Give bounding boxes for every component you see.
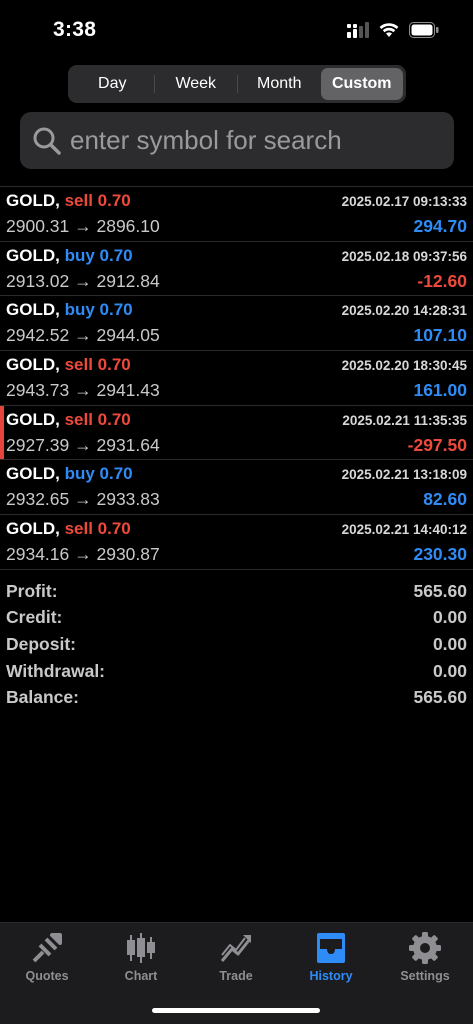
trade-datetime: 2025.02.20 14:28:31 xyxy=(341,303,467,319)
account-summary: Profit: 565.60 Credit: 0.00 Deposit: 0.0… xyxy=(0,578,473,711)
trade-row[interactable]: GOLD, sell 0.70 2025.02.17 09:13:33 2900.3… xyxy=(0,187,473,242)
trade-title: GOLD, buy 0.70 xyxy=(6,246,133,266)
trade-symbol: GOLD, xyxy=(6,300,60,320)
status-bar: 3:38 xyxy=(0,0,473,62)
tab-label: Trade xyxy=(219,969,253,983)
trade-profit: -297.50 xyxy=(407,434,467,455)
trade-prices: 2942.52 → 2944.05 xyxy=(6,325,160,346)
trade-profit: 230.30 xyxy=(413,544,467,565)
summary-label: Profit: xyxy=(6,580,58,601)
trade-prices: 2932.65 → 2933.83 xyxy=(6,489,160,510)
trade-icon xyxy=(220,935,252,962)
tab-label: History xyxy=(309,969,353,983)
trade-symbol: GOLD, xyxy=(6,519,60,539)
trade-side: buy 0.70 xyxy=(64,464,133,484)
segment-week[interactable]: Week xyxy=(155,68,238,100)
tab-trade[interactable]: Trade xyxy=(189,931,283,983)
trade-datetime: 2025.02.20 18:30:45 xyxy=(341,358,467,374)
trade-profit: -12.60 xyxy=(417,270,467,291)
summary-value: 565.60 xyxy=(413,687,467,708)
segment-day[interactable]: Day xyxy=(71,68,154,100)
trade-title: GOLD, sell 0.70 xyxy=(6,410,131,430)
summary-withdrawal-row: Withdrawal: 0.00 xyxy=(0,658,473,685)
tab-label: Chart xyxy=(124,969,158,983)
trade-prices: 2934.16 → 2930.87 xyxy=(6,544,160,565)
trade-row[interactable]: GOLD, sell 0.70 2025.02.21 14:40:12 2934.1… xyxy=(0,515,473,570)
trade-datetime: 2025.02.21 11:35:35 xyxy=(342,412,467,428)
history-inbox-icon xyxy=(317,933,345,963)
trade-symbol: GOLD, xyxy=(6,355,60,375)
row-selection-marker xyxy=(0,405,4,460)
trade-datetime: 2025.02.18 09:37:56 xyxy=(341,248,467,264)
candlestick-chart-icon xyxy=(127,933,155,963)
search-icon xyxy=(33,127,61,155)
tab-quotes[interactable]: Quotes xyxy=(0,931,94,983)
tab-settings[interactable]: Settings xyxy=(378,931,472,983)
trade-prices: 2913.02 → 2912.84 xyxy=(6,270,160,291)
summary-profit-row: Profit: 565.60 xyxy=(0,578,473,605)
quotes-icon xyxy=(32,933,62,963)
trade-side: sell 0.70 xyxy=(64,409,131,429)
battery-icon xyxy=(409,22,439,38)
trade-row[interactable]: GOLD, sell 0.70 2025.02.20 18:30:45 2943.7… xyxy=(0,351,473,406)
trade-title: GOLD, sell 0.70 xyxy=(6,191,131,211)
tab-label: Quotes xyxy=(25,969,69,983)
summary-label: Withdrawal: xyxy=(6,660,106,681)
summary-value: 0.00 xyxy=(432,633,467,654)
trade-profit: 294.70 xyxy=(413,216,467,236)
trade-row[interactable]: GOLD, sell 0.70 2025.02.21 11:35:35 2927.3… xyxy=(0,405,473,461)
tab-history[interactable]: History xyxy=(284,931,378,983)
segment-month[interactable]: Month xyxy=(238,68,321,100)
status-icons xyxy=(347,22,439,38)
symbol-search-bar[interactable] xyxy=(20,112,454,169)
summary-label: Credit: xyxy=(6,607,63,628)
trade-side: buy 0.70 xyxy=(64,245,133,265)
trade-title: GOLD, buy 0.70 xyxy=(6,300,133,320)
summary-value: 565.60 xyxy=(413,580,467,601)
summary-credit-row: Credit: 0.00 xyxy=(0,605,473,632)
trade-symbol: GOLD, xyxy=(6,191,60,210)
trade-prices: 2927.39 → 2931.64 xyxy=(6,434,160,455)
trade-side: sell 0.70 xyxy=(64,355,131,375)
trade-prices: 2900.31 → 2896.10 xyxy=(6,216,160,236)
search-input[interactable] xyxy=(70,125,440,156)
status-time: 3:38 xyxy=(53,18,97,41)
trade-datetime: 2025.02.21 13:18:09 xyxy=(341,467,467,483)
trade-profit: 82.60 xyxy=(423,489,467,510)
trade-profit: 161.00 xyxy=(413,380,467,401)
trade-title: GOLD, sell 0.70 xyxy=(6,519,131,539)
period-segmented-control: Day Week Month Custom xyxy=(68,65,406,103)
gear-icon xyxy=(409,932,441,964)
segment-custom[interactable]: Custom xyxy=(320,68,403,100)
home-indicator xyxy=(152,1008,320,1013)
trade-side: sell 0.70 xyxy=(64,519,131,539)
cellular-signal-icon xyxy=(347,22,369,38)
trade-symbol: GOLD, xyxy=(6,409,60,429)
summary-balance-row: Balance: 565.60 xyxy=(0,684,473,711)
tab-label: Settings xyxy=(400,969,450,983)
trade-row[interactable]: GOLD, buy 0.70 2025.02.21 13:18:09 2932.65… xyxy=(0,460,473,516)
trade-prices: 2943.73 → 2941.43 xyxy=(6,380,160,401)
trade-side: sell 0.70 xyxy=(64,191,131,210)
summary-value: 0.00 xyxy=(432,660,467,681)
trade-profit: 107.10 xyxy=(413,325,467,346)
trade-title: GOLD, sell 0.70 xyxy=(6,355,131,375)
trade-row[interactable]: GOLD, buy 0.70 2025.02.18 09:37:56 2913.02… xyxy=(0,242,473,297)
summary-value: 0.00 xyxy=(432,607,467,628)
trade-side: buy 0.70 xyxy=(64,300,133,320)
tab-chart[interactable]: Chart xyxy=(94,931,188,983)
summary-label: Balance: xyxy=(6,687,79,708)
trade-symbol: GOLD, xyxy=(6,245,60,265)
trade-row[interactable]: GOLD, buy 0.70 2025.02.20 14:28:31 2942.52… xyxy=(0,296,473,352)
trade-history-list: GOLD, sell 0.70 2025.02.17 09:13:33 2900.3… xyxy=(0,186,473,570)
trade-title: GOLD, buy 0.70 xyxy=(6,464,133,484)
wifi-icon xyxy=(379,23,399,37)
summary-label: Deposit: xyxy=(6,633,76,654)
trade-symbol: GOLD, xyxy=(6,464,60,484)
trade-datetime: 2025.02.21 14:40:12 xyxy=(341,522,467,538)
summary-deposit-row: Deposit: 0.00 xyxy=(0,631,473,658)
trade-datetime: 2025.02.17 09:13:33 xyxy=(341,194,467,209)
